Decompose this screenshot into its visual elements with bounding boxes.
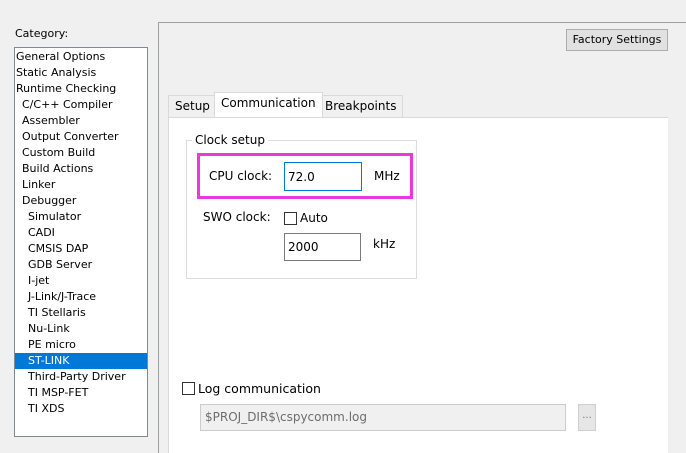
category-item-jlink-jtrace[interactable]: J-Link/J-Trace xyxy=(15,289,147,305)
category-item-cadi[interactable]: CADI xyxy=(15,225,147,241)
swo-auto-checkbox[interactable] xyxy=(284,212,297,225)
category-item-build-actions[interactable]: Build Actions xyxy=(15,161,147,177)
log-communication-checkbox[interactable] xyxy=(182,382,195,395)
factory-settings-button[interactable]: Factory Settings xyxy=(566,29,668,51)
log-file-path-input[interactable]: $PROJ_DIR$\cspycomm.log xyxy=(200,404,566,431)
category-item-st-link[interactable]: ST-LINK xyxy=(15,353,147,369)
category-item-i-jet[interactable]: I-jet xyxy=(15,273,147,289)
category-item-debugger[interactable]: Debugger xyxy=(15,193,147,209)
category-item-linker[interactable]: Linker xyxy=(15,177,147,193)
category-item-custom-build[interactable]: Custom Build xyxy=(15,145,147,161)
category-item-third-party-driver[interactable]: Third-Party Driver xyxy=(15,369,147,385)
log-communication-label: Log communication xyxy=(198,381,321,396)
clock-setup-label: Clock setup xyxy=(192,133,268,147)
browse-button[interactable]: ... xyxy=(578,404,596,431)
tab-breakpoints[interactable]: Breakpoints xyxy=(318,95,404,117)
category-item-static-analysis[interactable]: Static Analysis xyxy=(15,65,147,81)
category-label: Category: xyxy=(15,27,69,40)
tab-setup[interactable]: Setup xyxy=(168,95,217,117)
category-item-nu-link[interactable]: Nu-Link xyxy=(15,321,147,337)
category-item-runtime-checking[interactable]: Runtime Checking xyxy=(15,81,147,97)
category-item-ti-msp-fet[interactable]: TI MSP-FET xyxy=(15,385,147,401)
swo-clock-label: SWO clock: xyxy=(203,210,271,224)
category-list[interactable]: General Options Static Analysis Runtime … xyxy=(14,47,148,437)
swo-auto-label: Auto xyxy=(300,211,328,225)
category-item-simulator[interactable]: Simulator xyxy=(15,209,147,225)
category-item-general-options[interactable]: General Options xyxy=(15,49,147,65)
swo-clock-unit: kHz xyxy=(373,237,396,251)
category-item-ti-xds[interactable]: TI XDS xyxy=(15,401,147,417)
category-item-cpp-compiler[interactable]: C/C++ Compiler xyxy=(15,97,147,113)
category-item-cmsis-dap[interactable]: CMSIS DAP xyxy=(15,241,147,257)
category-item-pe-micro[interactable]: PE micro xyxy=(15,337,147,353)
category-item-ti-stellaris[interactable]: TI Stellaris xyxy=(15,305,147,321)
category-item-output-converter[interactable]: Output Converter xyxy=(15,129,147,145)
cpu-clock-highlight xyxy=(197,153,413,199)
tab-communication[interactable]: Communication xyxy=(214,92,323,117)
swo-clock-input[interactable] xyxy=(284,233,361,261)
category-item-gdb-server[interactable]: GDB Server xyxy=(15,257,147,273)
category-item-assembler[interactable]: Assembler xyxy=(15,113,147,129)
